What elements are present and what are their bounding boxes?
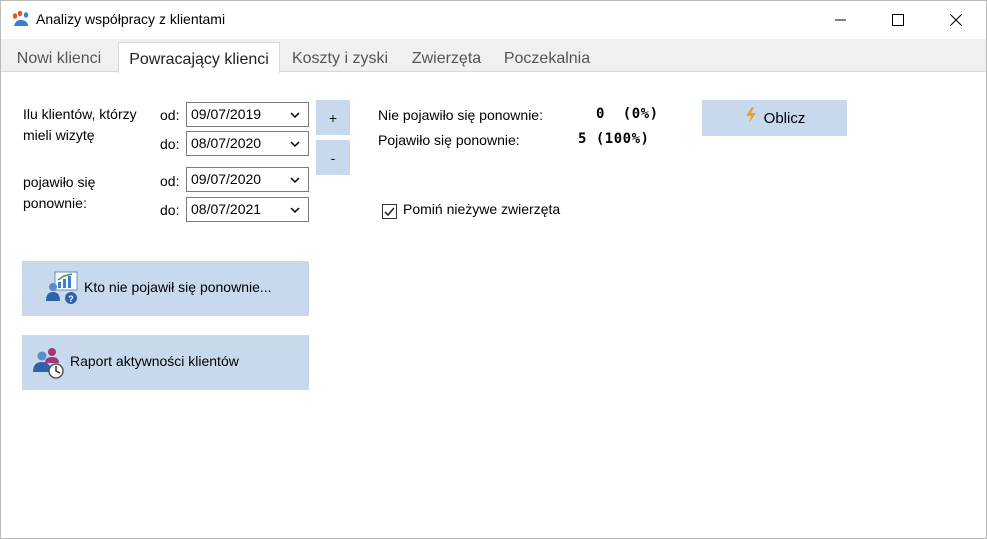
tab-label: Nowi klienci [16,50,102,67]
maximize-icon [892,14,904,26]
tab-zwierzeta[interactable]: Zwierzęta [403,42,490,72]
activity-report-label: Raport aktywności klientów [70,353,239,369]
returned-to-label: do: [160,202,180,218]
date-value: 08/07/2020 [191,135,262,151]
close-button[interactable] [927,1,985,39]
calculate-label: Oblicz [763,109,806,127]
tab-label: Poczekalnia [503,50,591,67]
returned-from-date-picker[interactable]: 09/07/2020 [186,167,309,192]
not-returned-value: 0 (0%) [596,106,659,122]
close-icon [950,14,962,26]
chevron-down-icon [290,141,300,148]
people-clock-icon [33,348,64,379]
tab-label: Koszty i zyski [291,50,388,67]
checkmark-icon [384,207,395,217]
app-window: Analizy współpracy z klientami Nowi klie… [0,0,987,539]
date-value: 09/07/2020 [191,171,262,187]
returned-to-date-picker[interactable]: 08/07/2021 [186,197,309,222]
activity-report-button[interactable]: Raport aktywności klientów [22,335,309,390]
maximize-button[interactable] [869,1,927,39]
chevron-down-icon [290,177,300,184]
svg-text:?: ? [68,294,74,304]
visits-to-date-picker[interactable]: 08/07/2020 [186,131,309,156]
visits-to-label: do: [160,136,180,152]
visits-from-date-picker[interactable]: 09/07/2019 [186,102,309,127]
minimize-button[interactable] [812,1,870,39]
tab-label: Zwierzęta [411,50,482,67]
paw-app-icon [12,10,29,26]
chevron-down-icon [290,112,300,119]
tab-strip: Nowi klienci Powracający klienci Koszty … [1,39,986,73]
minus-button[interactable]: - [316,140,350,175]
tab-powracajacy-klienci[interactable]: Powracający klienci [118,42,280,73]
returned-count-value: 5 (100%) [578,131,650,147]
visits-from-label: od: [160,107,180,123]
tab-content: Ilu klientów, którzy mieli wizytę od: 09… [1,73,986,538]
chevron-down-icon [290,207,300,214]
tab-poczekalnia[interactable]: Poczekalnia [497,42,597,72]
date-value: 08/07/2021 [191,201,262,217]
date-value: 09/07/2019 [191,106,262,122]
minimize-icon [835,19,846,21]
who-not-returned-label: Kto nie pojawił się ponownie... [84,279,272,295]
calculate-button[interactable]: Oblicz [702,100,847,136]
tab-nowi-klienci[interactable]: Nowi klienci [5,42,113,72]
plus-button[interactable]: + [316,100,350,135]
tab-koszty-i-zyski[interactable]: Koszty i zyski [284,42,396,72]
returned-label: pojawiło się ponownie: [23,174,96,211]
skip-dead-animals-label[interactable]: Pomiń nieżywe zwierzęta [403,201,560,217]
returned-count-label: Pojawiło się ponownie: [378,132,520,148]
window-title: Analizy współpracy z klientami [36,11,226,27]
tab-label: Powracający klienci [129,51,269,68]
report-people-chart-icon: ? [46,271,78,304]
visits-label: Ilu klientów, którzy mieli wizytę [23,106,137,143]
title-bar: Analizy współpracy z klientami [1,1,986,39]
returned-from-label: od: [160,173,180,189]
not-returned-label: Nie pojawiło się ponownie: [378,107,543,123]
who-not-returned-button[interactable]: ? Kto nie pojawił się ponownie... [22,261,309,316]
skip-dead-animals-checkbox[interactable] [382,204,397,219]
lightning-icon [745,107,756,123]
